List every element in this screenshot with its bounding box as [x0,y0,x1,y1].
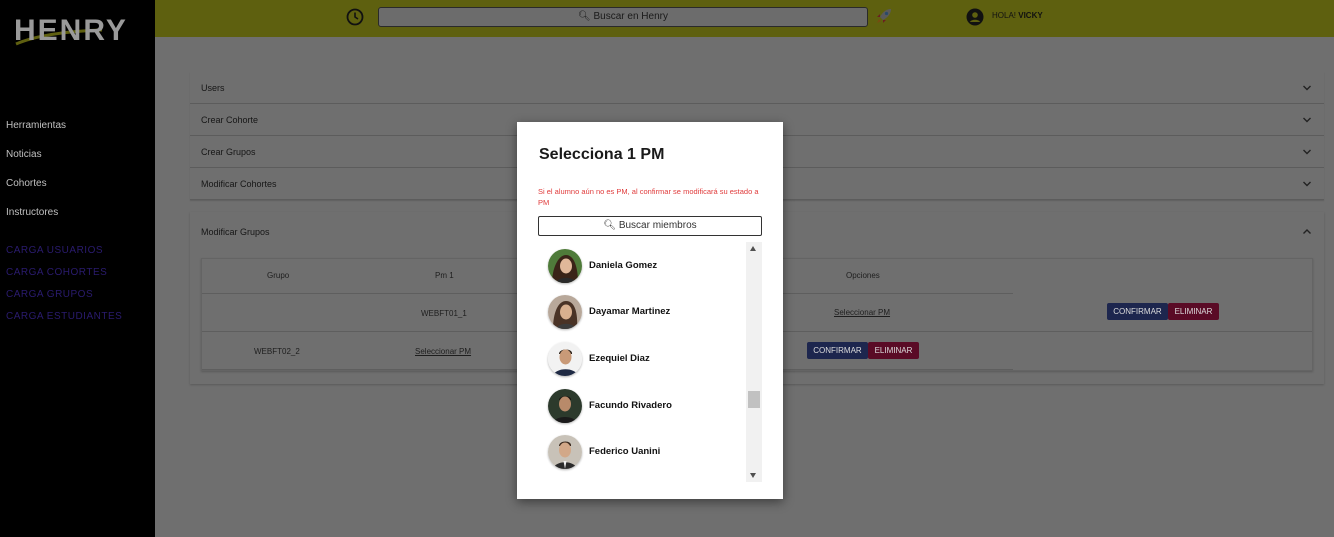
chevron-down-icon [1303,85,1311,91]
member-item[interactable]: Facundo Rivadero [548,389,748,425]
row2-delete-button[interactable]: ELIMINAR [868,342,919,359]
sidebar: HENRY Herramientas Noticias Cohortes Ins… [0,0,155,537]
row1-confirm-button[interactable]: CONFIRMAR [1107,303,1168,320]
global-search-input[interactable]: 🔍︎ Buscar en Henry [378,7,868,27]
greeting-text: HOLA! [992,11,1017,20]
member-search-input[interactable]: 🔍︎ Buscar miembros [538,216,762,236]
avatar [548,295,582,329]
chevron-down-icon [1303,117,1311,123]
row1-pm1: WEBFT01_1 [421,309,467,318]
member-name: Dayamar Martinez [589,306,671,317]
modal-title: Selecciona 1 PM [539,146,665,163]
scroll-down-arrow-icon[interactable] [750,473,756,478]
sidebar-item-herramientas[interactable]: Herramientas [6,119,66,148]
member-item[interactable]: Daniela Gomez [548,249,748,285]
sidebar-item-cohortes[interactable]: Cohortes [6,177,66,206]
carga-usuarios-link[interactable]: CARGA USUARIOS [6,245,122,267]
sidebar-nav: Herramientas Noticias Cohortes Instructo… [6,119,66,235]
sidebar-item-noticias[interactable]: Noticias [6,148,66,177]
user-greeting: HOLA! VICKY [992,11,1043,20]
rocket-icon[interactable] [874,6,894,26]
member-list-scrollbar[interactable] [746,242,762,482]
carga-grupos-link[interactable]: CARGA GRUPOS [6,289,122,311]
accordion-label: Modificar Cohortes [201,179,277,189]
column-header-opciones: Opciones [846,271,880,280]
accordion-label: Crear Grupos [201,147,256,157]
chevron-down-icon [1303,149,1311,155]
chevron-down-icon [1303,181,1311,187]
scrollbar-thumb[interactable] [748,391,760,408]
search-icon: 🔍︎ [578,11,591,22]
carga-cohortes-link[interactable]: CARGA COHORTES [6,267,122,289]
row2-confirm-button[interactable]: CONFIRMAR [807,342,868,359]
accordion-label: Users [201,83,225,93]
accordion-label: Modificar Grupos [201,227,270,237]
carga-links: CARGA USUARIOS CARGA COHORTES CARGA GRUP… [6,245,122,333]
avatar [548,342,582,376]
member-name: Federico Uanini [589,446,661,457]
row2-grupo: WEBFT02_2 [254,347,300,356]
search-icon: 🔍︎ [603,220,617,231]
chevron-up-icon [1303,229,1311,234]
member-item[interactable]: Dayamar Martinez [548,295,748,331]
clock-icon[interactable] [346,8,364,26]
avatar [548,389,582,423]
avatar [548,249,582,283]
row2-seleccionar-pm-link[interactable]: Seleccionar PM [415,347,471,356]
member-search-placeholder: Buscar miembros [618,220,697,231]
member-item[interactable]: Federico Uanini [548,435,748,471]
member-name: Facundo Rivadero [589,400,672,411]
account-circle-icon[interactable] [966,8,984,26]
row1-seleccionar-pm-link[interactable]: Seleccionar PM [834,308,890,317]
member-list: Daniela Gomez Dayamar Martinez Ezequiel … [538,242,762,482]
henry-logo[interactable]: HENRY [14,14,126,48]
username: VICKY [1018,11,1043,20]
accordion-users[interactable]: Users [190,72,1324,104]
logo-text: HENRY [14,14,128,47]
scroll-up-arrow-icon[interactable] [750,246,756,251]
accordion-label: Crear Cohorte [201,115,259,125]
row1-delete-button[interactable]: ELIMINAR [1168,303,1219,320]
member-name: Daniela Gomez [589,260,658,271]
member-name: Ezequiel Diaz [589,353,650,364]
column-header-pm1: Pm 1 [435,271,454,280]
modal-warning: Si el alumno aún no es PM, al confirmar … [538,187,759,207]
avatar [548,435,582,469]
global-search-placeholder: Buscar en Henry [593,11,668,22]
carga-estudiantes-link[interactable]: CARGA ESTUDIANTES [6,311,122,333]
member-item[interactable]: Ezequiel Diaz [548,342,748,378]
select-pm-modal: Selecciona 1 PM Si el alumno aún no es P… [517,122,783,499]
sidebar-item-instructores[interactable]: Instructores [6,206,66,235]
column-header-grupo: Grupo [267,271,290,280]
